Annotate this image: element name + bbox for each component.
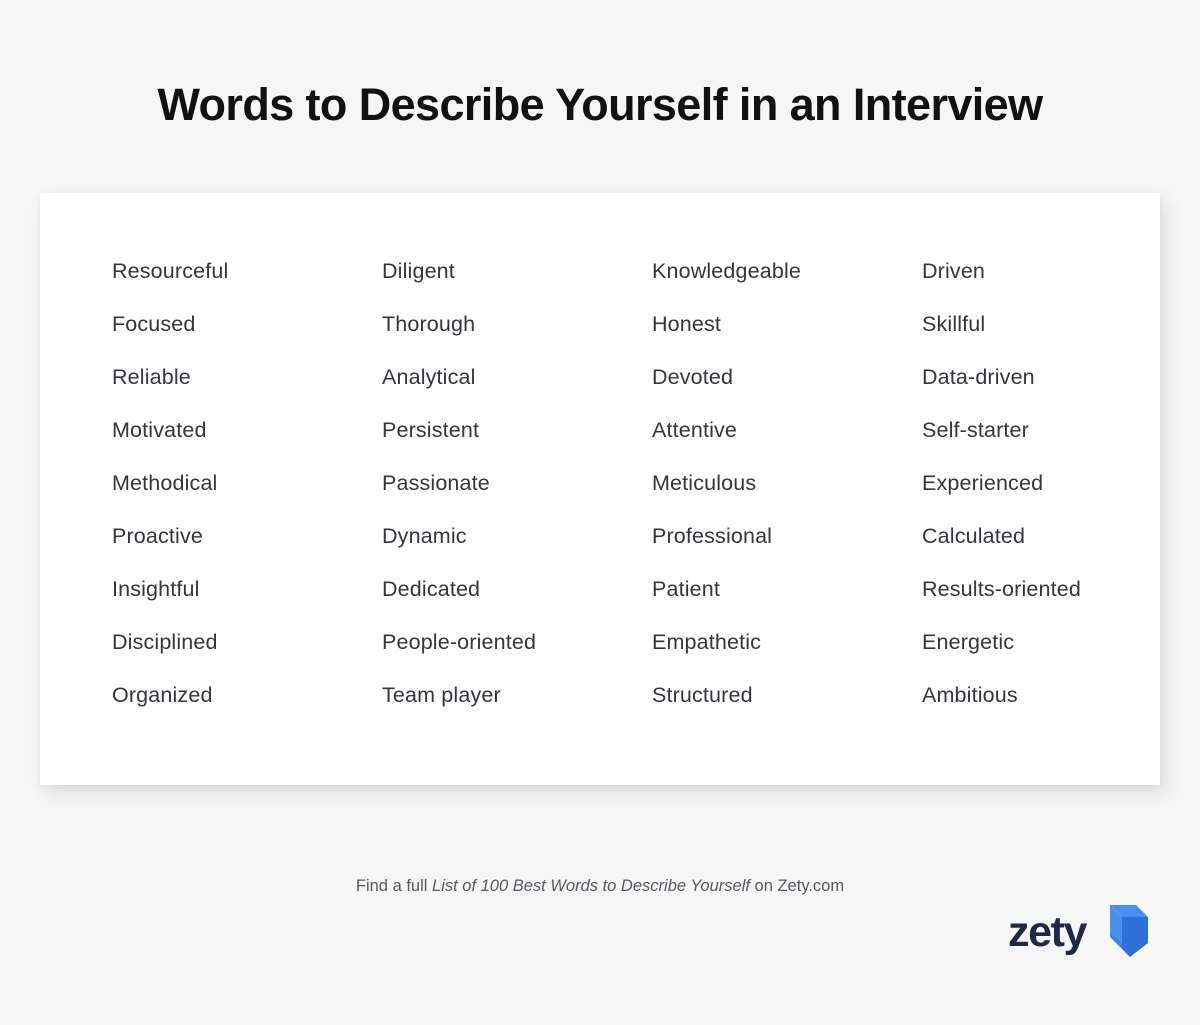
word-column-3: Knowledgeable Honest Devoted Attentive M… bbox=[652, 245, 922, 722]
word-item: Honest bbox=[652, 312, 722, 336]
word-columns: Resourceful Focused Reliable Motivated M… bbox=[112, 245, 1142, 722]
word-item: Empathetic bbox=[652, 630, 762, 654]
word-item: Results-oriented bbox=[922, 577, 1081, 601]
word-column-1: Resourceful Focused Reliable Motivated M… bbox=[112, 245, 382, 722]
zety-wordmark: zety bbox=[1008, 908, 1087, 956]
word-item: Structured bbox=[652, 683, 753, 707]
word-item: Insightful bbox=[112, 577, 200, 601]
word-item: Experienced bbox=[922, 471, 1044, 495]
word-item: Passionate bbox=[382, 471, 490, 495]
caption-suffix: on Zety.com bbox=[749, 877, 845, 895]
word-list-card: Resourceful Focused Reliable Motivated M… bbox=[40, 193, 1160, 785]
word-item: Proactive bbox=[112, 524, 203, 548]
caption-emphasis: List of 100 Best Words to Describe Yours… bbox=[432, 877, 750, 895]
word-item: Reliable bbox=[112, 365, 191, 389]
word-item: People-oriented bbox=[382, 630, 537, 654]
word-item: Self-starter bbox=[922, 418, 1029, 442]
word-column-2: Diligent Thorough Analytical Persistent … bbox=[382, 245, 652, 722]
footer-caption: Find a full List of 100 Best Words to De… bbox=[0, 874, 1200, 898]
word-item: Dedicated bbox=[382, 577, 481, 601]
word-item: Attentive bbox=[652, 418, 738, 442]
word-item: Calculated bbox=[922, 524, 1026, 548]
word-item: Disciplined bbox=[112, 630, 218, 654]
word-item: Motivated bbox=[112, 418, 207, 442]
word-item: Team player bbox=[382, 683, 501, 707]
word-column-4: Driven Skillful Data-driven Self-starter… bbox=[922, 245, 1142, 722]
word-item: Knowledgeable bbox=[652, 259, 801, 283]
word-item: Thorough bbox=[382, 312, 476, 336]
word-item: Dynamic bbox=[382, 524, 467, 548]
page-title: Words to Describe Yourself in an Intervi… bbox=[157, 79, 1043, 130]
word-item: Analytical bbox=[382, 365, 476, 389]
word-item: Persistent bbox=[382, 418, 480, 442]
word-item: Data-driven bbox=[922, 365, 1035, 389]
word-item: Patient bbox=[652, 577, 720, 601]
word-item: Professional bbox=[652, 524, 773, 548]
word-item: Skillful bbox=[922, 312, 986, 336]
word-item: Meticulous bbox=[652, 471, 757, 495]
word-item: Organized bbox=[112, 683, 213, 707]
word-item: Resourceful bbox=[112, 259, 229, 283]
word-item: Methodical bbox=[112, 471, 218, 495]
caption-prefix: Find a full bbox=[355, 877, 433, 895]
word-item: Energetic bbox=[922, 630, 1015, 654]
infographic-page: Words to Describe Yourself in an Intervi… bbox=[0, 0, 1200, 1025]
zety-logo[interactable]: zety bbox=[1008, 899, 1148, 961]
zety-chevron-icon bbox=[1086, 899, 1148, 957]
word-item: Ambitious bbox=[922, 683, 1018, 707]
word-item: Driven bbox=[922, 259, 986, 283]
word-item: Focused bbox=[112, 312, 196, 336]
word-item: Devoted bbox=[652, 365, 734, 389]
word-item: Diligent bbox=[382, 259, 455, 283]
